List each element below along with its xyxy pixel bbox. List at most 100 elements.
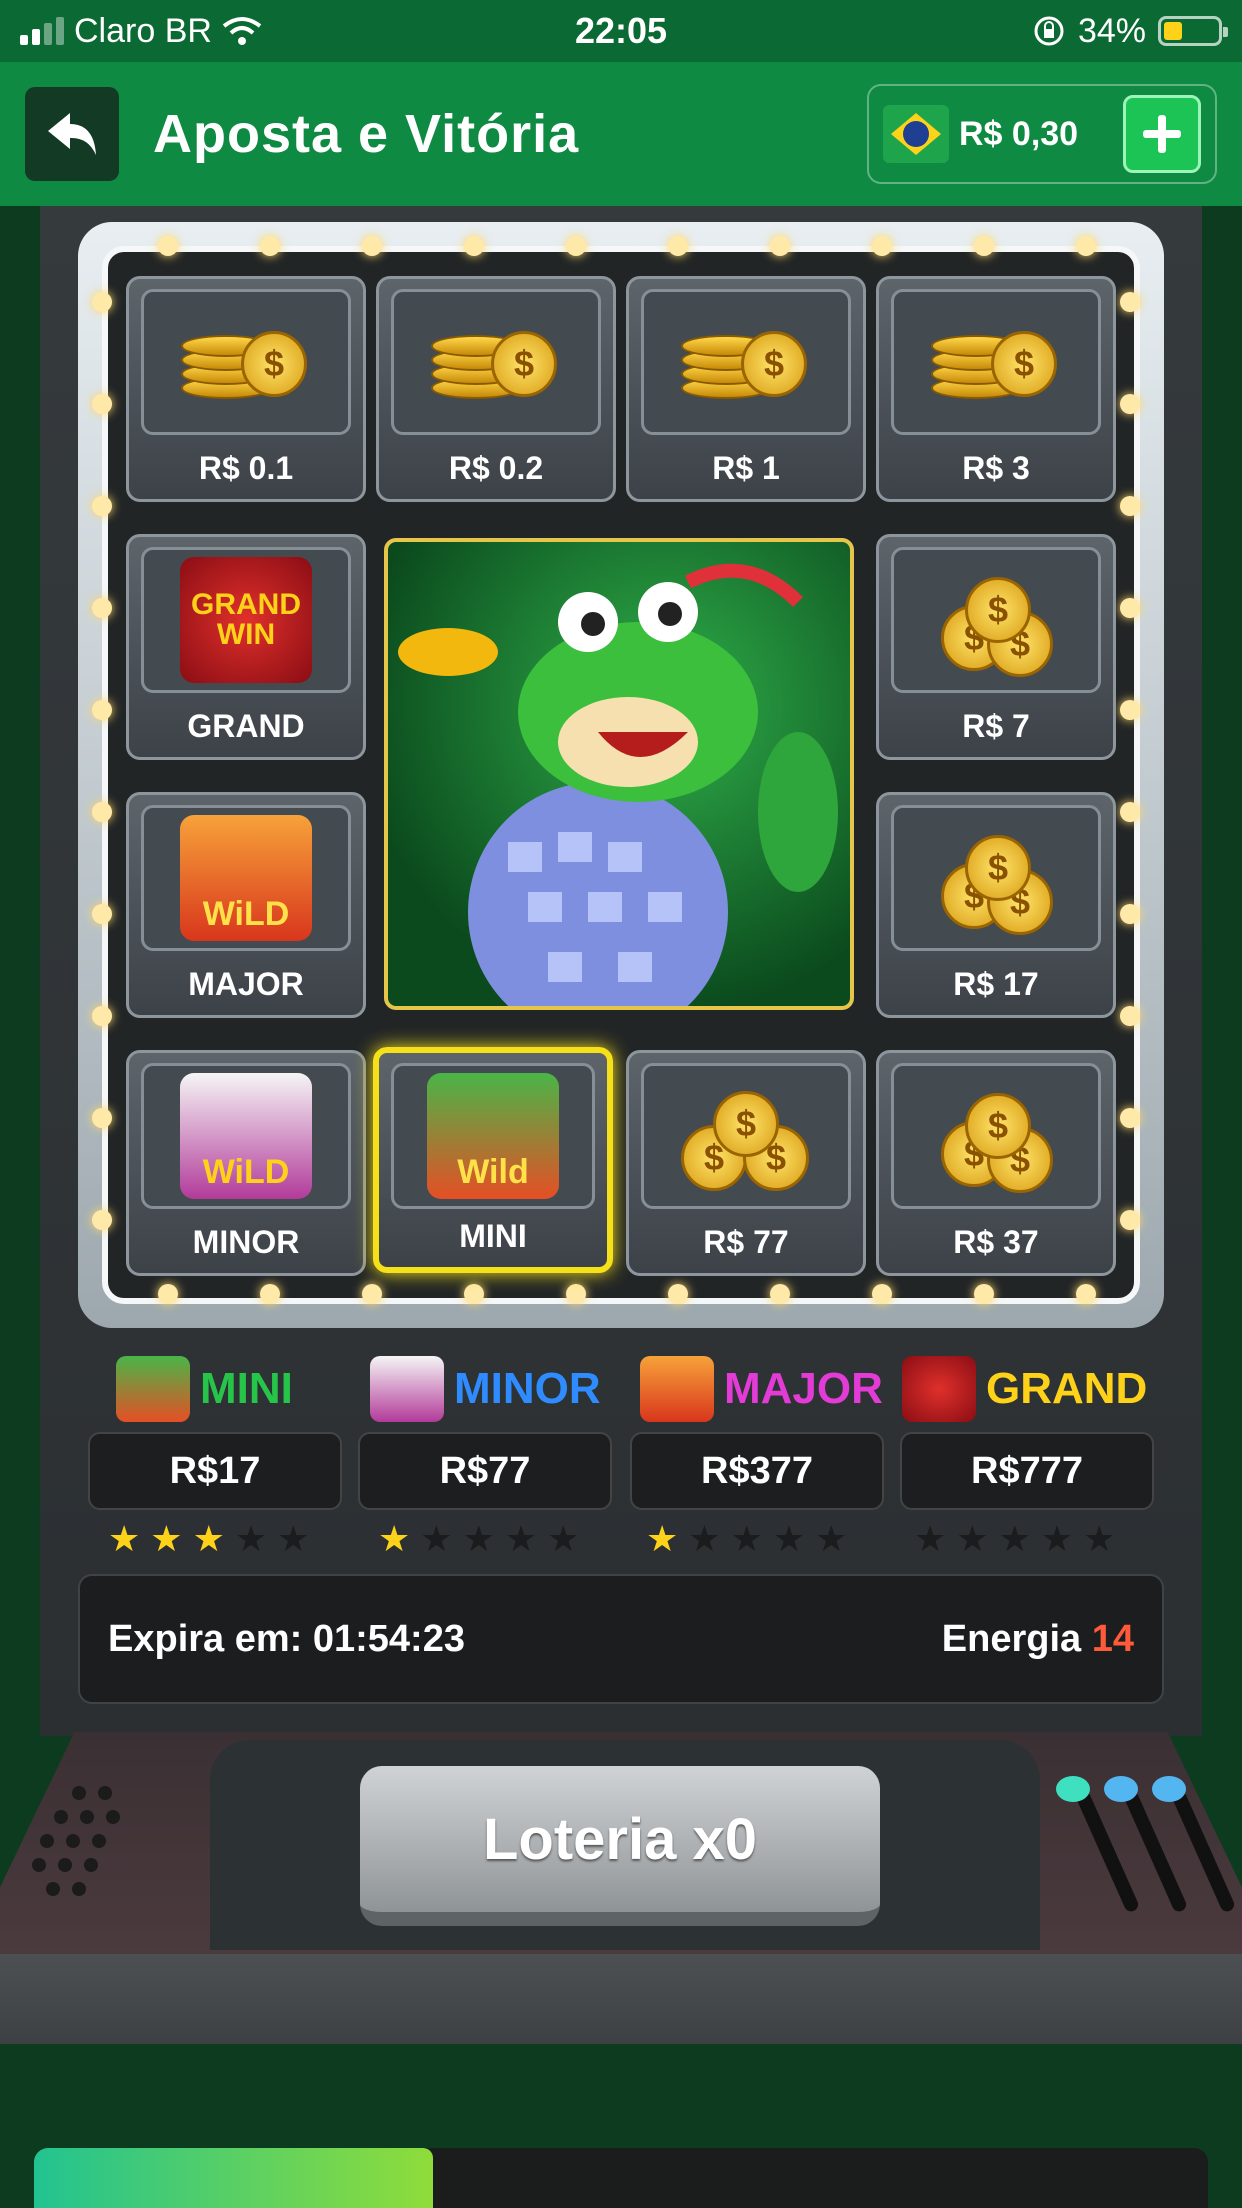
marquee-bulb (92, 394, 112, 414)
tile-label: GRAND (187, 708, 305, 744)
marquee-bulb (872, 1284, 892, 1304)
prize-tile-3: $ R$ 3 (876, 276, 1116, 502)
prize-tile-mini-selected: Wild MINI (373, 1047, 613, 1273)
tile-label: MAJOR (188, 966, 304, 1002)
balance-box: R$ 0,30 (867, 84, 1217, 184)
energy-value: 14 (1091, 1617, 1134, 1660)
star-filled-icon: ★ (378, 1518, 411, 1559)
marquee-bulb (92, 802, 112, 822)
prize-tile-37: $ $ $ R$ 37 (876, 1050, 1116, 1276)
jackpot-name: GRAND (986, 1364, 1148, 1413)
star-empty-icon: ★ (504, 1518, 538, 1559)
dragon-wild-icon: Wild (427, 1073, 559, 1199)
marquee-bulb (158, 236, 178, 256)
marquee-bulb (1120, 1210, 1140, 1230)
marquee-bulb (464, 236, 484, 256)
back-arrow-icon (48, 113, 96, 155)
tile-label: R$ 17 (953, 966, 1039, 1002)
rabbit-wild-icon-text: WiLD (202, 1153, 290, 1191)
prize-tile-1: $ R$ 1 (626, 276, 866, 502)
jackpot-minor-value: R$77 (358, 1432, 612, 1510)
prize-tile-17: $ $ $ R$ 17 (876, 792, 1116, 1018)
jackpot-grand-value: R$777 (900, 1432, 1154, 1510)
app-header: Aposta e Vitória R$ 0,30 (0, 62, 1242, 206)
jackpot-grand-stars: ★ ★ ★ ★ ★ (914, 1518, 1115, 1560)
progress-fill (34, 2148, 434, 2208)
carrier-label: Claro BR (74, 11, 212, 50)
prize-tile-0-1: $ R$ 0.1 (126, 276, 366, 502)
star-empty-icon: ★ (1040, 1518, 1074, 1559)
tile-label: MINI (459, 1218, 527, 1254)
star-empty-icon: ★ (420, 1518, 453, 1559)
lottery-button[interactable]: Loteria x0 (360, 1766, 880, 1926)
prize-tile-7: $ $ $ R$ 7 (876, 534, 1116, 760)
clock: 22:05 (574, 10, 668, 51)
star-empty-icon: ★ (1083, 1518, 1116, 1559)
star-empty-icon: ★ (998, 1518, 1031, 1559)
tile-label: R$ 0.1 (198, 450, 294, 486)
tile-label: R$ 3 (962, 450, 1030, 486)
tiger-wild-icon (640, 1356, 714, 1422)
marquee-bulb (92, 1006, 112, 1026)
marquee-bulb (770, 236, 790, 256)
star-empty-icon: ★ (234, 1518, 268, 1559)
marquee-bulb (92, 1108, 112, 1128)
marquee-bulb (872, 236, 892, 256)
coins-pile-icon: $ $ $ (931, 833, 1061, 935)
jackpot-major-value: R$377 (630, 1432, 884, 1510)
dragon-wild-icon (116, 1356, 190, 1422)
jackpot-mini-value: R$17 (88, 1432, 342, 1510)
prize-tile-minor: WiLD MINOR (126, 1050, 366, 1276)
jackpot-name: MINOR (454, 1364, 601, 1413)
energy-label: Energia (941, 1617, 1082, 1660)
plus-icon (1143, 115, 1181, 153)
marquee-bulb (1076, 236, 1096, 256)
star-empty-icon: ★ (277, 1518, 310, 1559)
marquee-bulb (1120, 700, 1140, 720)
marquee-bulb (362, 236, 382, 256)
marquee-bulb (770, 1284, 790, 1304)
marquee-bulb (974, 1284, 994, 1304)
marquee-bulb (464, 1284, 484, 1304)
marquee-bulb (92, 496, 112, 516)
star-empty-icon: ★ (815, 1518, 848, 1559)
prize-tile-major: WiLD MAJOR (126, 792, 366, 1018)
back-button[interactable] (25, 87, 119, 181)
marquee-bulb (92, 904, 112, 924)
star-filled-icon: ★ (150, 1518, 183, 1559)
console-front (0, 1954, 1242, 2044)
jackpot-mini-stars: ★ ★ ★ ★ ★ (108, 1518, 309, 1560)
marquee-bulb (1120, 598, 1140, 618)
marquee-bulb (566, 1284, 586, 1304)
speaker-grille-icon (28, 1782, 138, 1896)
marquee-bulb (92, 700, 112, 720)
star-filled-icon: ★ (192, 1518, 225, 1559)
marquee-bulb (1120, 1006, 1140, 1026)
coins-icon: $ (681, 317, 811, 407)
marquee-bulb (260, 236, 280, 256)
marquee-bulb (92, 1210, 112, 1230)
star-empty-icon: ★ (547, 1518, 580, 1559)
deposit-button[interactable] (1123, 95, 1201, 173)
star-filled-icon: ★ (646, 1518, 679, 1559)
dragon-icon (398, 563, 838, 1006)
prize-tile-grand: GRAND WIN GRAND (126, 534, 366, 760)
star-empty-icon: ★ (730, 1518, 763, 1559)
prize-tile-77: $ $ $ R$ 77 (626, 1050, 866, 1276)
tile-label: R$ 1 (712, 450, 780, 486)
jackpot-mini-label: MINI (116, 1356, 293, 1422)
balance-amount: R$ 0,30 (959, 114, 1079, 153)
jackpot-grand-label: GRAND (902, 1356, 1147, 1422)
coins-pile-icon: $ $ $ (931, 575, 1061, 677)
marquee-bulb (92, 292, 112, 312)
tile-label: R$ 37 (953, 1224, 1039, 1260)
jackpot-name: MINI (200, 1364, 293, 1413)
marquee-bulb (1120, 1108, 1140, 1128)
jackpot-major-label: MAJOR (640, 1356, 883, 1422)
wifi-icon (222, 17, 262, 45)
tile-label: R$ 77 (703, 1224, 789, 1260)
coins-icon: $ (431, 317, 561, 407)
dragon-wild-icon-text: Wild (457, 1153, 529, 1191)
star-filled-icon: ★ (108, 1518, 141, 1559)
jackpot-minor-stars: ★ ★ ★ ★ ★ (378, 1518, 579, 1560)
